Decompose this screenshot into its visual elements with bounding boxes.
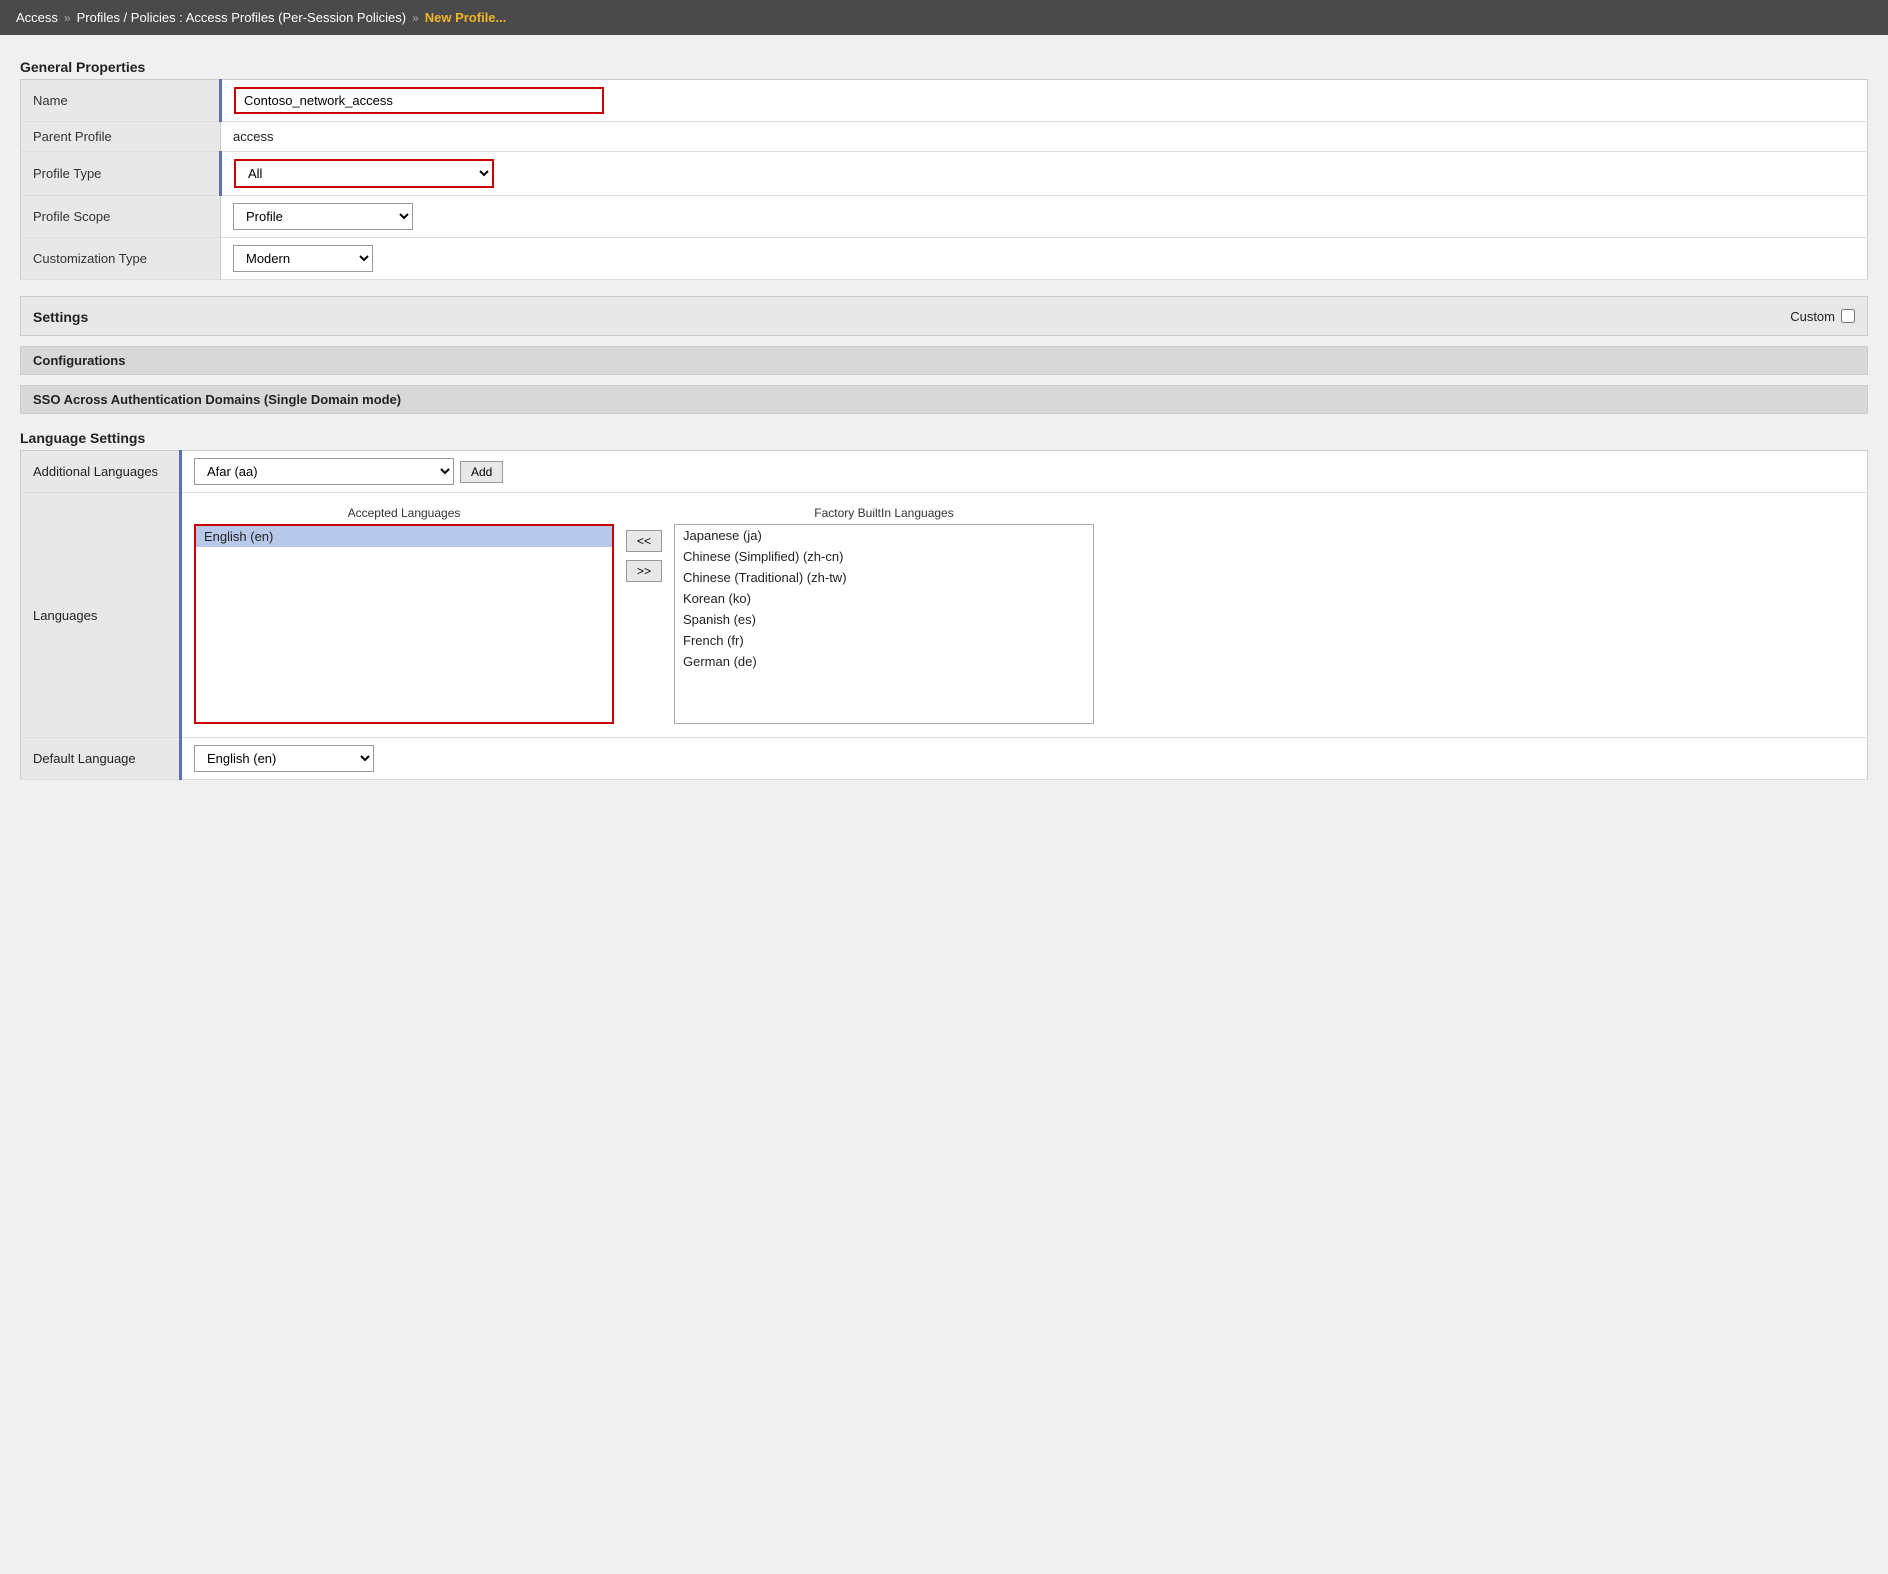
- settings-header: Settings: [33, 303, 88, 329]
- settings-right: Custom: [1790, 309, 1855, 324]
- parent-profile-row: Parent Profile access: [21, 122, 1868, 152]
- list-item[interactable]: Japanese (ja): [675, 525, 1093, 546]
- accepted-languages-wrapper: Accepted Languages English (en): [194, 506, 614, 724]
- list-item[interactable]: English (en): [196, 526, 612, 547]
- dual-list-container: Accepted Languages English (en) << >> Fa…: [194, 500, 1855, 730]
- list-arrows: << >>: [614, 530, 674, 582]
- customization-type-row: Customization Type Modern Standard: [21, 238, 1868, 280]
- sso-bar: SSO Across Authentication Domains (Singl…: [20, 385, 1868, 414]
- configurations-bar: Configurations: [20, 346, 1868, 375]
- customization-type-label: Customization Type: [21, 238, 221, 280]
- list-item[interactable]: German (de): [675, 651, 1093, 672]
- customization-type-value-cell: Modern Standard: [221, 238, 1868, 280]
- breadcrumb-access: Access: [16, 10, 58, 25]
- list-item[interactable]: French (fr): [675, 630, 1093, 651]
- name-value-cell: [221, 80, 1868, 122]
- breadcrumb-policies: Profiles / Policies : Access Profiles (P…: [77, 10, 406, 25]
- customization-type-select[interactable]: Modern Standard: [233, 245, 373, 272]
- main-content: General Properties Name Parent Profile a…: [0, 35, 1888, 814]
- default-language-row: Default Language English (en) Japanese (…: [21, 738, 1868, 780]
- settings-row: Settings Custom: [20, 296, 1868, 336]
- list-item[interactable]: Chinese (Simplified) (zh-cn): [675, 546, 1093, 567]
- factory-languages-listbox[interactable]: Japanese (ja) Chinese (Simplified) (zh-c…: [674, 524, 1094, 724]
- move-right-button[interactable]: >>: [626, 560, 662, 582]
- list-item[interactable]: Korean (ko): [675, 588, 1093, 609]
- breadcrumb-bar: Access » Profiles / Policies : Access Pr…: [0, 0, 1888, 35]
- language-settings-table: Additional Languages Afar (aa) Abkhazian…: [20, 450, 1868, 780]
- move-left-button[interactable]: <<: [626, 530, 662, 552]
- additional-languages-row: Additional Languages Afar (aa) Abkhazian…: [21, 451, 1868, 493]
- profile-scope-value-cell: Profile Global Named: [221, 196, 1868, 238]
- default-language-value-cell: English (en) Japanese (ja) French (fr) G…: [181, 738, 1868, 780]
- breadcrumb-arrow-2: »: [412, 11, 419, 25]
- profile-scope-label: Profile Scope: [21, 196, 221, 238]
- profile-scope-select[interactable]: Profile Global Named: [233, 203, 413, 230]
- languages-label: Languages: [21, 493, 181, 738]
- parent-profile-value: access: [221, 122, 1868, 152]
- custom-checkbox[interactable]: [1841, 309, 1855, 323]
- profile-type-value-cell: All LTM-APM SSO SSL-VPN RDG-RAP: [221, 152, 1868, 196]
- breadcrumb-arrow-1: »: [64, 11, 71, 25]
- additional-languages-label: Additional Languages: [21, 451, 181, 493]
- language-settings-header: Language Settings: [20, 424, 1868, 450]
- parent-profile-label: Parent Profile: [21, 122, 221, 152]
- profile-scope-row: Profile Scope Profile Global Named: [21, 196, 1868, 238]
- list-item[interactable]: Spanish (es): [675, 609, 1093, 630]
- factory-languages-title: Factory BuiltIn Languages: [814, 506, 953, 520]
- additional-languages-value-cell: Afar (aa) Abkhazian (ab) Avestan (ae) Af…: [181, 451, 1868, 493]
- list-item[interactable]: Chinese (Traditional) (zh-tw): [675, 567, 1093, 588]
- breadcrumb-active: New Profile...: [425, 10, 507, 25]
- name-label: Name: [21, 80, 221, 122]
- languages-value-cell: Accepted Languages English (en) << >> Fa…: [181, 493, 1868, 738]
- profile-type-label: Profile Type: [21, 152, 221, 196]
- additional-languages-select[interactable]: Afar (aa) Abkhazian (ab) Avestan (ae) Af…: [194, 458, 454, 485]
- add-language-button[interactable]: Add: [460, 461, 503, 483]
- general-properties-table: Name Parent Profile access Profile Type …: [20, 79, 1868, 280]
- accepted-languages-title: Accepted Languages: [348, 506, 461, 520]
- profile-type-select[interactable]: All LTM-APM SSO SSL-VPN RDG-RAP: [234, 159, 494, 188]
- default-language-select[interactable]: English (en) Japanese (ja) French (fr) G…: [194, 745, 374, 772]
- accepted-languages-listbox[interactable]: English (en): [194, 524, 614, 724]
- profile-type-row: Profile Type All LTM-APM SSO SSL-VPN RDG…: [21, 152, 1868, 196]
- general-properties-header: General Properties: [20, 53, 1868, 79]
- default-language-label: Default Language: [21, 738, 181, 780]
- name-row: Name: [21, 80, 1868, 122]
- custom-label: Custom: [1790, 309, 1835, 324]
- languages-row: Languages Accepted Languages English (en…: [21, 493, 1868, 738]
- name-input[interactable]: [234, 87, 604, 114]
- factory-languages-wrapper: Factory BuiltIn Languages Japanese (ja) …: [674, 506, 1094, 724]
